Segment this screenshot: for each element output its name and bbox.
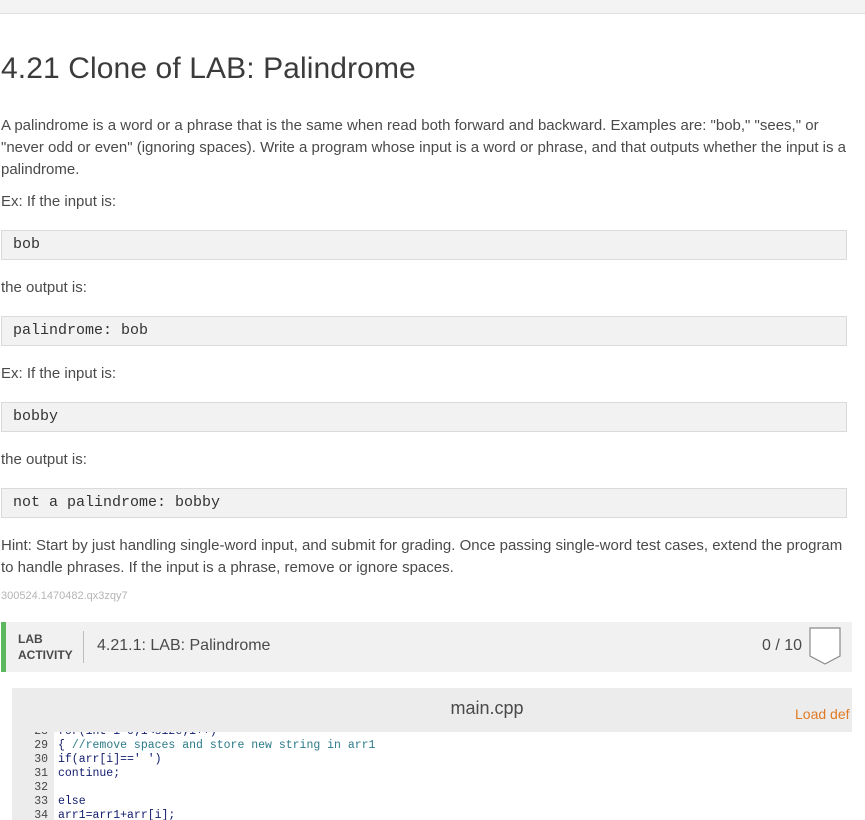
code-text: if(arr[i]==' ') (58, 753, 162, 766)
line-number: 28 (12, 732, 48, 739)
code-line: 28 for(int i=0;i<size;i++) (12, 732, 217, 739)
code-line: 29 { //remove spaces and store new string… (12, 739, 375, 753)
code-line: 33 else (12, 795, 86, 809)
lab-activity-header: LAB ACTIVITY 4.21.1: LAB: Palindrome 0 /… (1, 622, 852, 672)
line-number: 31 (34, 767, 48, 780)
file-name: main.cpp (450, 698, 524, 718)
code-line: 30 if(arr[i]==' ') (12, 753, 162, 767)
hint-paragraph: Hint: Start by just handling single-word… (1, 537, 843, 576)
line-number: 34 (34, 809, 48, 820)
code-text: continue; (58, 767, 121, 780)
line-number: 30 (34, 753, 48, 766)
line-number: 32 (34, 781, 48, 794)
code-editor-panel: main.cpp Load def 28 for(int i=0;i<size;i… (12, 688, 852, 820)
lab-divider (83, 631, 84, 663)
example2-input-box: bobby (1, 402, 847, 432)
lab-score: 0 / 10 (761, 637, 802, 654)
code-text: else (58, 795, 86, 808)
lab-activity-tag: LAB ACTIVITY (18, 631, 73, 663)
page-title: 4.21 Clone of LAB: Palindrome (1, 52, 416, 85)
activity-id: 300524.1470482.qx3zqy7 (1, 590, 128, 602)
editor-header: main.cpp Load def (12, 688, 852, 732)
example2-label: Ex: If the input is: (1, 365, 117, 382)
load-default-template-link[interactable]: Load def (795, 706, 850, 722)
code-line: 31 continue; (12, 767, 120, 781)
score-badge-icon (809, 627, 841, 665)
example1-input-box: bob (1, 230, 847, 260)
code-text: arr1=arr1+arr[i]; (58, 809, 176, 820)
code-line: 32 (12, 781, 58, 795)
code-editor[interactable]: 28 for(int i=0;i<size;i++) 29 { //remove sp… (12, 732, 852, 820)
lab-tag-line2: ACTIVITY (18, 648, 73, 662)
code-text: for(int i=0;i<size;i++) (58, 732, 217, 739)
example2-output-box: not a palindrome: bobby (1, 488, 847, 518)
code-text: { //remove spaces and store new string i… (58, 739, 376, 752)
example2-output-label: the output is: (1, 451, 87, 468)
example1-output-label: the output is: (1, 279, 87, 296)
top-bar (0, 0, 865, 14)
line-number: 29 (34, 739, 48, 752)
code-line: 34 arr1=arr1+arr[i]; (12, 809, 175, 820)
lab-title: 4.21.1: LAB: Palindrome (97, 637, 271, 654)
line-number: 33 (34, 795, 48, 808)
file-name-container: main.cpp (12, 688, 852, 732)
intro-paragraph: A palindrome is a word or a phrase that … (1, 117, 847, 178)
lab-tag-line1: LAB (18, 632, 43, 646)
example1-label: Ex: If the input is: (1, 193, 117, 210)
example1-output-box: palindrome: bob (1, 316, 847, 346)
